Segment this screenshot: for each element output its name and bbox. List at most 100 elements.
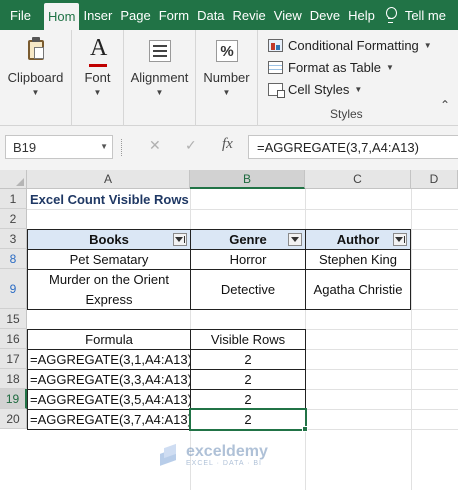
- chevron-down-icon: ▼: [93, 88, 102, 97]
- chevron-down-icon: ▼: [31, 88, 40, 97]
- row-header-1[interactable]: 1: [0, 189, 27, 209]
- formula-input[interactable]: =AGGREGATE(3,7,A4:A13): [248, 135, 458, 159]
- clipboard-icon: [22, 36, 50, 64]
- formula-header[interactable]: Formula: [27, 329, 191, 350]
- conditional-formatting-button[interactable]: Conditional Formatting ▼: [268, 34, 432, 56]
- table-header-genre-label: Genre: [229, 232, 267, 247]
- column-header-b[interactable]: B: [190, 170, 305, 189]
- insert-function-icon[interactable]: fx: [222, 136, 233, 153]
- formula-cell[interactable]: =AGGREGATE(3,5,A4:A13): [27, 389, 191, 410]
- table-header-books[interactable]: Books: [27, 229, 191, 250]
- table-cell[interactable]: Horror: [190, 249, 306, 270]
- formula-cell[interactable]: =AGGREGATE(3,3,A4:A13): [27, 369, 191, 390]
- collapse-ribbon-icon[interactable]: ⌃: [440, 98, 450, 112]
- tab-insert[interactable]: Inser: [79, 0, 116, 30]
- alignment-label: Alignment: [130, 70, 189, 85]
- formula-cell[interactable]: =AGGREGATE(3,7,A4:A13): [27, 409, 191, 430]
- tab-view[interactable]: View: [270, 0, 306, 30]
- chevron-down-icon: ▼: [354, 84, 363, 94]
- chevron-down-icon: ▼: [155, 88, 164, 97]
- name-box[interactable]: B19 ▼: [5, 135, 113, 159]
- ribbon-tab-bar: File Hom Inser Page Form Data Revie View…: [0, 0, 458, 30]
- exceldemy-watermark: exceldemy EXCEL · DATA · BI: [158, 443, 268, 468]
- row-header-3[interactable]: 3: [0, 229, 27, 249]
- conditional-formatting-icon: [268, 38, 283, 52]
- tab-formulas[interactable]: Form: [155, 0, 193, 30]
- chevron-down-icon: ▼: [385, 62, 394, 72]
- tab-page-layout[interactable]: Page: [116, 0, 154, 30]
- filter-icon[interactable]: [288, 233, 302, 246]
- formula-bar-divider: [121, 139, 123, 156]
- watermark-name: exceldemy: [186, 443, 268, 460]
- row-header-17[interactable]: 17: [0, 349, 27, 369]
- lightbulb-icon: [385, 7, 397, 23]
- tell-me-label: Tell me: [404, 7, 446, 23]
- tab-home[interactable]: Hom: [44, 3, 80, 30]
- chevron-down-icon: ▼: [100, 142, 108, 151]
- cancel-icon[interactable]: ✕: [149, 137, 161, 154]
- formula-bar: B19 ▼ ✕ ✓ fx =AGGREGATE(3,7,A4:A13): [0, 126, 458, 170]
- row-header-2[interactable]: 2: [0, 209, 27, 229]
- table-header-author-label: Author: [336, 232, 380, 247]
- table-header-author[interactable]: Author: [305, 229, 411, 250]
- result-cell[interactable]: 2: [190, 369, 306, 390]
- row-header-20[interactable]: 20: [0, 409, 27, 429]
- number-label: Number: [203, 70, 250, 85]
- tab-developer[interactable]: Deve: [306, 0, 344, 30]
- clipboard-group[interactable]: Clipboard ▼: [0, 30, 72, 126]
- visible-rows-header[interactable]: Visible Rows: [190, 329, 306, 350]
- tell-me-search[interactable]: Tell me: [385, 0, 458, 30]
- row-header-18[interactable]: 18: [0, 369, 27, 389]
- format-as-table-icon: [268, 60, 283, 74]
- tab-file[interactable]: File: [0, 0, 44, 30]
- filter-icon[interactable]: [393, 233, 407, 246]
- tab-review[interactable]: Revie: [229, 0, 270, 30]
- conditional-formatting-label: Conditional Formatting: [288, 37, 419, 53]
- column-header-a[interactable]: A: [27, 170, 190, 189]
- watermark-tagline: EXCEL · DATA · BI: [186, 460, 262, 467]
- chevron-down-icon: ▼: [222, 88, 231, 97]
- table-header-genre[interactable]: Genre: [190, 229, 306, 250]
- ribbon-home: Clipboard ▼ A Font ▼ Alignment ▼ % Numbe…: [0, 30, 458, 126]
- styles-group: Conditional Formatting ▼ Format as Table…: [258, 30, 458, 126]
- row-header-15[interactable]: 15: [0, 309, 27, 329]
- table-cell[interactable]: Murder on the Orient Express: [27, 269, 191, 310]
- result-cell[interactable]: 2: [190, 349, 306, 370]
- percent-icon: %: [213, 36, 241, 64]
- exceldemy-logo-icon: [158, 445, 180, 467]
- row-header-19[interactable]: 19: [0, 389, 27, 409]
- table-cell[interactable]: Pet Sematary: [27, 249, 191, 270]
- table-cell[interactable]: Agatha Christie: [305, 269, 411, 310]
- alignment-group[interactable]: Alignment ▼: [124, 30, 196, 126]
- font-icon: A: [84, 36, 112, 67]
- active-cell-b19[interactable]: 2: [189, 408, 307, 431]
- sheet-title[interactable]: Excel Count Visible Rows: [30, 189, 290, 209]
- clipboard-label: Clipboard: [7, 70, 64, 85]
- font-group[interactable]: A Font ▼: [72, 30, 124, 126]
- row-header-9[interactable]: 9: [0, 269, 27, 309]
- row-header-8[interactable]: 8: [0, 249, 27, 269]
- select-all-button[interactable]: [0, 170, 27, 189]
- table-cell[interactable]: Detective: [190, 269, 306, 310]
- column-header-d[interactable]: D: [411, 170, 458, 189]
- format-as-table-label: Format as Table: [288, 59, 381, 75]
- table-cell[interactable]: Stephen King: [305, 249, 411, 270]
- tab-help[interactable]: Help: [344, 0, 379, 30]
- table-header-books-label: Books: [89, 232, 129, 247]
- cell-styles-label: Cell Styles: [288, 81, 350, 97]
- number-group[interactable]: % Number ▼: [196, 30, 258, 126]
- worksheet-grid: A B C D 1 2 3 8 9 15 16 17 18 19 20 Exce…: [0, 170, 458, 490]
- result-cell[interactable]: 2: [190, 389, 306, 410]
- name-box-value: B19: [13, 140, 37, 155]
- enter-icon[interactable]: ✓: [185, 137, 197, 154]
- row-header-16[interactable]: 16: [0, 329, 27, 349]
- format-as-table-button[interactable]: Format as Table ▼: [268, 56, 394, 78]
- filter-icon[interactable]: [173, 233, 187, 246]
- formula-cell[interactable]: =AGGREGATE(3,1,A4:A13): [27, 349, 191, 370]
- cell-styles-button[interactable]: Cell Styles ▼: [268, 78, 362, 100]
- fill-handle[interactable]: [302, 426, 308, 432]
- tab-data[interactable]: Data: [193, 0, 228, 30]
- font-label: Font: [84, 70, 111, 85]
- styles-group-label: Styles: [330, 107, 363, 121]
- column-header-c[interactable]: C: [305, 170, 411, 189]
